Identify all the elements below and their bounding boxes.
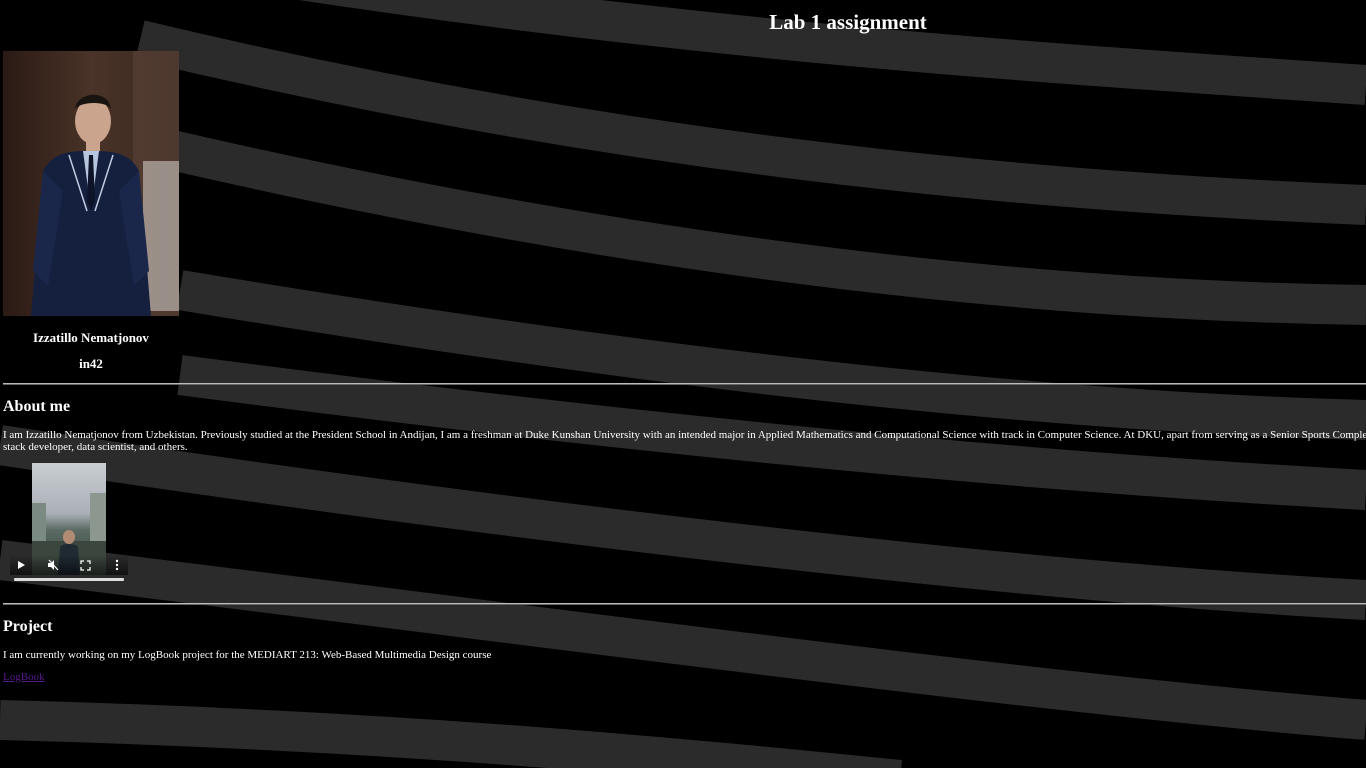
project-heading: Project xyxy=(3,618,53,635)
divider-top xyxy=(3,383,1366,385)
play-icon[interactable] xyxy=(14,558,28,572)
profile-name: Izzatillo Nematjonov xyxy=(33,330,149,345)
video-controls xyxy=(10,555,128,575)
divider-bottom xyxy=(3,603,1366,605)
profile-id: in42 xyxy=(79,356,103,371)
page: Lab 1 assignment Izzatillo Nematjonov in… xyxy=(0,0,1366,768)
logbook-link[interactable]: LogBook xyxy=(3,671,45,683)
profile-photo-container xyxy=(3,51,179,316)
project-text: I am currently working on my LogBook pro… xyxy=(3,649,492,661)
about-text-line-2: stack developer, data scientist, and oth… xyxy=(3,441,188,453)
muted-speaker-icon[interactable] xyxy=(46,558,60,572)
profile-photo xyxy=(3,51,179,316)
page-title: Lab 1 assignment xyxy=(769,10,927,34)
intro-video-player[interactable] xyxy=(10,463,128,583)
about-text-line-1: I am Izzatillo Nematjonov from Uzbekista… xyxy=(3,429,1366,441)
about-heading: About me xyxy=(3,398,71,415)
more-vertical-icon[interactable] xyxy=(110,558,124,572)
fullscreen-icon[interactable] xyxy=(78,558,92,572)
video-progress-bar[interactable] xyxy=(14,578,124,581)
